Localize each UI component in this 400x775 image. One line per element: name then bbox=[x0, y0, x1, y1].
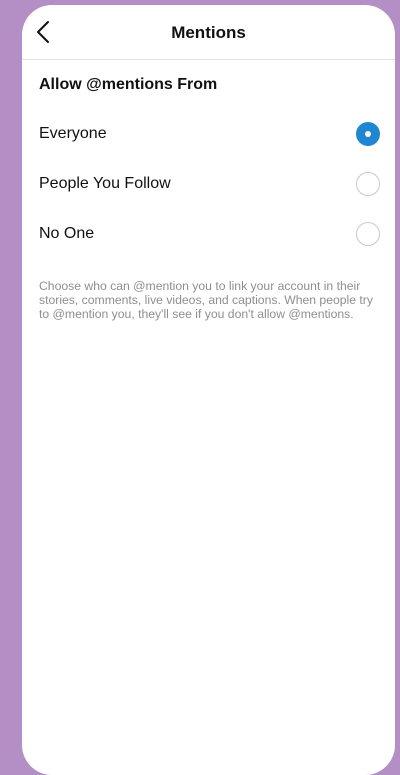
option-people-you-follow[interactable]: People You Follow bbox=[22, 162, 395, 206]
option-no-one[interactable]: No One bbox=[22, 212, 395, 256]
screen: Mentions Allow @mentions From Everyone P… bbox=[22, 5, 395, 775]
option-label: Everyone bbox=[39, 125, 107, 142]
option-label: No One bbox=[39, 225, 95, 242]
radio-unselected-icon[interactable] bbox=[356, 172, 380, 196]
description-text: Choose who can @mention you to link your… bbox=[39, 279, 373, 321]
option-label: People You Follow bbox=[39, 175, 171, 192]
radio-selected-icon[interactable] bbox=[356, 122, 380, 146]
option-everyone[interactable]: Everyone bbox=[22, 112, 395, 156]
page-title: Mentions bbox=[171, 23, 246, 42]
section-title: Allow @mentions From bbox=[39, 76, 218, 93]
radio-unselected-icon[interactable] bbox=[356, 222, 380, 246]
nav-header: Mentions bbox=[22, 5, 395, 60]
